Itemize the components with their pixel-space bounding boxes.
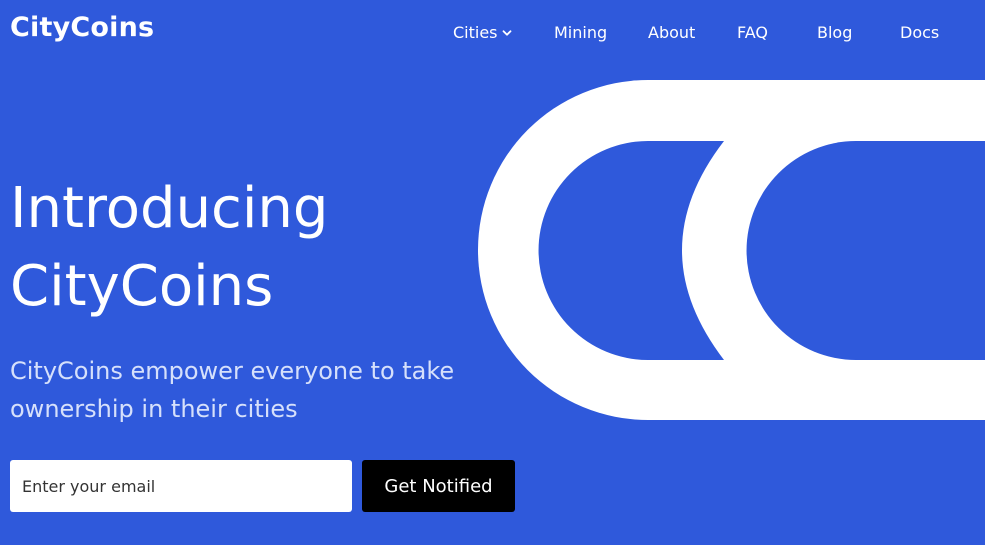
nav-item-label: Mining	[554, 23, 608, 42]
nav-item-mining[interactable]: Mining	[554, 22, 607, 44]
email-input[interactable]	[10, 460, 352, 512]
main-nav: Cities Mining About FAQ Blog Docs	[0, 22, 985, 44]
nav-item-docs[interactable]: Docs	[900, 22, 939, 44]
nav-item-label: Cities	[453, 23, 498, 42]
nav-item-label: Docs	[900, 23, 940, 42]
nav-item-blog[interactable]: Blog	[817, 22, 852, 44]
hero-title: Introducing CityCoins	[10, 170, 328, 326]
nav-item-label: Blog	[817, 23, 853, 42]
hero-subtitle: CityCoins empower everyone to take owner…	[10, 357, 455, 423]
nav-item-about[interactable]: About	[648, 22, 695, 44]
get-notified-button[interactable]: Get Notified	[362, 460, 515, 512]
chevron-down-icon	[502, 30, 511, 36]
nav-item-label: FAQ	[737, 23, 768, 42]
cc-mark-right-inner	[746, 141, 985, 360]
nav-item-faq[interactable]: FAQ	[737, 22, 768, 44]
hero-title-line-1: Introducing	[10, 176, 329, 241]
nav-item-label: About	[648, 23, 696, 42]
nav-item-cities[interactable]: Cities	[453, 22, 512, 44]
hero-title-line-2: CityCoins	[10, 254, 274, 319]
